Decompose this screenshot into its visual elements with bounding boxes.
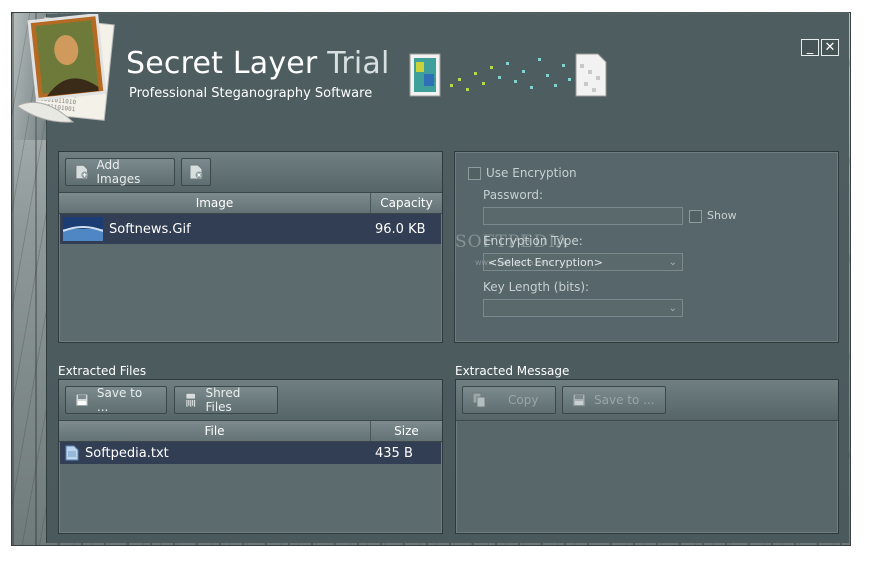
- save-files-label: Save to ...: [96, 386, 143, 414]
- save-icon: [75, 393, 89, 407]
- shredder-icon: [185, 392, 197, 407]
- copy-icon: [472, 392, 486, 408]
- window-controls: _ ✕: [801, 39, 839, 56]
- image-capacity: 96.0 KB: [375, 221, 426, 237]
- extracted-files-label: Extracted Files: [58, 364, 147, 378]
- extracted-message-panel: Copy Save to ...: [455, 379, 839, 534]
- steganography-decoration-icon: [409, 53, 607, 97]
- file-size: 435 B: [375, 445, 413, 461]
- image-thumbnail-icon: [63, 217, 103, 241]
- app-logo-icon: 0110100101 1001011010 0101101001: [15, 14, 115, 123]
- column-image[interactable]: Image: [59, 193, 371, 213]
- close-button[interactable]: ✕: [821, 39, 839, 56]
- password-input[interactable]: [483, 207, 683, 225]
- save-icon: [572, 393, 586, 407]
- image-name: Softnews.Gif: [109, 221, 191, 237]
- show-password-checkbox[interactable]: [689, 210, 702, 223]
- images-toolbar: Add Images: [59, 152, 442, 193]
- column-file[interactable]: File: [59, 421, 371, 441]
- app-title-suffix: Trial: [327, 46, 390, 81]
- copy-message-button[interactable]: Copy: [462, 386, 556, 414]
- key-length-label: Key Length (bits):: [483, 280, 590, 294]
- add-images-button[interactable]: Add Images: [65, 158, 175, 186]
- chevron-down-icon: ⌄: [668, 303, 677, 314]
- extracted-message-label: Extracted Message: [455, 364, 570, 378]
- key-length-select[interactable]: ⌄: [483, 299, 683, 317]
- extracted-files-panel: Save to ... Shred Files File Size Softpe…: [58, 379, 443, 534]
- app-title: Secret Layer Trial: [126, 46, 390, 81]
- table-row[interactable]: Softnews.Gif 96.0 KB: [60, 214, 441, 244]
- extracted-message-text-area[interactable]: [457, 422, 837, 532]
- app-title-main: Secret Layer: [126, 46, 318, 81]
- watermark-url: www.softpedia.com: [475, 258, 554, 267]
- file-name: Softpedia.txt: [85, 445, 169, 461]
- extracted-message-toolbar: Copy Save to ...: [456, 380, 838, 421]
- images-panel: Add Images Image Capacity Softnews.Gif 9…: [58, 151, 443, 343]
- use-encryption-label: Use Encryption: [486, 166, 577, 180]
- minimize-button[interactable]: _: [801, 39, 819, 56]
- add-image-icon: [75, 164, 89, 180]
- app-subtitle: Professional Steganography Software: [129, 86, 373, 101]
- images-table-header: Image Capacity: [59, 193, 442, 214]
- chevron-down-icon: ⌄: [668, 257, 677, 268]
- text-file-icon: [65, 445, 79, 461]
- shred-files-button[interactable]: Shred Files: [174, 386, 278, 414]
- watermark: SOFTPEDIA: [455, 232, 570, 252]
- remove-image-button[interactable]: [181, 158, 211, 186]
- shred-files-label: Shred Files: [205, 386, 241, 414]
- copy-message-label: Copy: [508, 393, 539, 407]
- extracted-files-toolbar: Save to ... Shred Files: [59, 380, 442, 421]
- table-row[interactable]: Softpedia.txt 435 B: [60, 442, 441, 464]
- show-password-label: Show: [707, 209, 737, 222]
- remove-image-icon: [189, 164, 203, 180]
- column-capacity[interactable]: Capacity: [371, 193, 442, 213]
- save-message-button[interactable]: Save to ...: [562, 386, 666, 414]
- save-files-button[interactable]: Save to ...: [65, 386, 167, 414]
- add-images-label: Add Images: [96, 158, 141, 186]
- use-encryption-checkbox[interactable]: [468, 167, 481, 180]
- column-size[interactable]: Size: [371, 421, 442, 441]
- save-message-label: Save to ...: [594, 393, 655, 407]
- password-label: Password:: [483, 188, 544, 202]
- files-table-header: File Size: [59, 421, 442, 442]
